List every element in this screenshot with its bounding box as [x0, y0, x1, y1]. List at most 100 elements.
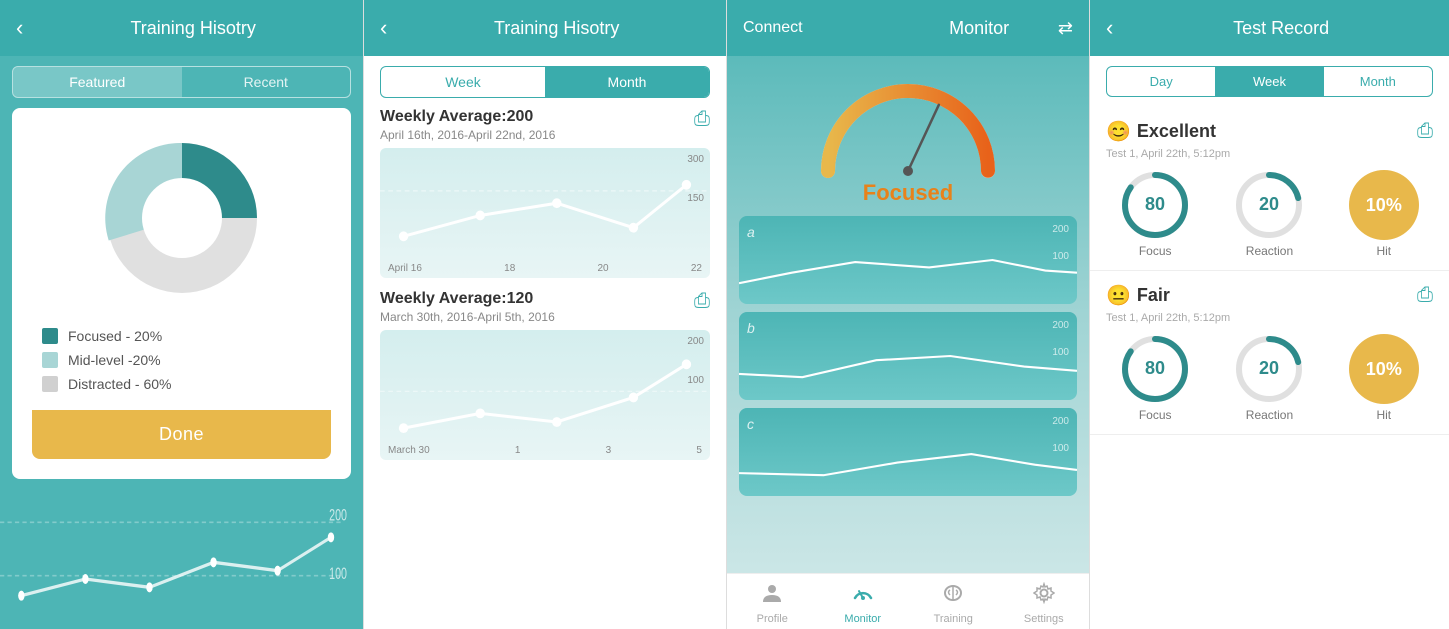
bottom-navigation: Profile Monitor Training: [727, 573, 1089, 629]
pie-legend: Focused - 20% Mid-level -20% Distracted …: [32, 328, 331, 400]
person-svg: [761, 582, 783, 604]
panel-training-history-charts: ‹ Training Hisotry Week Month Weekly Ave…: [363, 0, 726, 629]
metrics-row-2: 80 Focus 20 Reaction 10% Hit: [1106, 334, 1433, 422]
nav-profile[interactable]: Profile: [727, 582, 818, 625]
legend-focused: Focused - 20%: [42, 328, 331, 344]
done-button[interactable]: Done: [32, 410, 331, 459]
panel3-header: Connect Monitor ⇄: [727, 0, 1089, 56]
chart-card-1-header: Weekly Average:200 April 16th, 2016-Apri…: [380, 108, 710, 142]
reaction-label-2: Reaction: [1246, 408, 1293, 422]
tab-month[interactable]: Month: [545, 67, 709, 97]
svg-text:100: 100: [329, 564, 347, 583]
monitor-chart-c-label: c: [747, 416, 754, 432]
monitor-icon: [852, 582, 874, 610]
panel1-mini-chart: 200 100: [0, 479, 363, 629]
monitor-charts-area: a 200 100 b 200 100 c 200 100: [727, 216, 1089, 573]
tab-featured[interactable]: Featured: [13, 67, 182, 97]
mini-line-chart: 200 100: [0, 479, 363, 629]
metric-focus-2: 80 Focus: [1120, 334, 1190, 422]
svg-text:200: 200: [329, 505, 347, 524]
panel4-header: ‹ Test Record: [1090, 0, 1449, 56]
record-fair-header: 😐 Fair ⎙: [1106, 283, 1433, 308]
svg-text:80: 80: [1145, 358, 1165, 378]
reaction-circle-1: 20: [1234, 170, 1304, 240]
panel2-scroll-area[interactable]: Weekly Average:200 April 16th, 2016-Apri…: [364, 108, 726, 629]
chart-x-labels-1: April 16 18 20 22: [388, 263, 702, 274]
svg-text:80: 80: [1145, 194, 1165, 214]
panel1-header: ‹ Training Hisotry: [0, 0, 363, 56]
reaction-label-1: Reaction: [1246, 244, 1293, 258]
panel-monitor: Connect Monitor ⇄ Focused a 200: [726, 0, 1089, 629]
nav-settings[interactable]: Settings: [999, 582, 1090, 625]
panel2-back-icon[interactable]: ‹: [380, 15, 387, 41]
chart-card-2-header: Weekly Average:120 March 30th, 2016-Apri…: [380, 290, 710, 324]
panel4-back-icon[interactable]: ‹: [1106, 15, 1113, 41]
legend-color-distracted: [42, 376, 58, 392]
nav-monitor[interactable]: Monitor: [818, 582, 909, 625]
gauge-chart: [813, 76, 1003, 176]
gauge-label: Focused: [863, 180, 953, 206]
svg-text:20: 20: [1259, 194, 1279, 214]
record-date-1: Test 1, April 22th, 5:12pm: [1106, 148, 1433, 160]
panel1-tabs: Featured Recent: [12, 66, 351, 98]
monitor-chart-b-label: b: [747, 320, 755, 336]
nav-settings-label: Settings: [1024, 613, 1064, 625]
pie-chart-container: Focused - 20% Mid-level -20% Distracted …: [12, 108, 351, 479]
record-excellent-header: 😊 Excellent ⎙: [1106, 119, 1433, 144]
nav-training[interactable]: Training: [908, 582, 999, 625]
line-chart-2: [380, 330, 710, 460]
focus-circle-1: 80: [1120, 170, 1190, 240]
tab-day[interactable]: Day: [1107, 67, 1215, 96]
metric-reaction-2: 20 Reaction: [1234, 334, 1304, 422]
hit-label-2: Hit: [1376, 408, 1391, 422]
chart-x-labels-2: March 30 1 3 5: [388, 445, 702, 456]
svg-text:20: 20: [1259, 358, 1279, 378]
line-chart-1: [380, 148, 710, 278]
panel-training-history-pie: ‹ Training Hisotry Featured Recent Focus…: [0, 0, 363, 629]
chart-1-info: Weekly Average:200 April 16th, 2016-Apri…: [380, 108, 555, 142]
wave-b: [739, 337, 1077, 390]
nav-monitor-label: Monitor: [844, 613, 881, 625]
panel2-header: ‹ Training Hisotry: [364, 0, 726, 56]
fair-emoji: 😐: [1106, 283, 1131, 308]
record-excellent: 😊 Excellent ⎙ Test 1, April 22th, 5:12pm…: [1090, 107, 1449, 271]
metric-focus-1: 80 Focus: [1120, 170, 1190, 258]
monitor-chart-a: a 200 100: [739, 216, 1077, 304]
sync-icon[interactable]: ⇄: [1058, 18, 1073, 39]
nav-training-label: Training: [934, 613, 973, 625]
panel2-title: Training Hisotry: [403, 18, 710, 39]
chart-area-2: 200 100 March 30 1 3 5: [380, 330, 710, 460]
tab-week[interactable]: Week: [381, 67, 545, 97]
tab-month-p4[interactable]: Month: [1324, 67, 1432, 96]
profile-icon: [761, 582, 783, 610]
monitor-chart-a-label: a: [747, 224, 755, 240]
monitor-chart-b: b 200 100: [739, 312, 1077, 400]
share-icon-1[interactable]: ⎙: [694, 108, 710, 131]
weekly-avg-title-1: Weekly Average:200: [380, 108, 555, 126]
chart-card-1: Weekly Average:200 April 16th, 2016-Apri…: [380, 108, 710, 278]
share-icon-2[interactable]: ⎙: [694, 290, 710, 313]
settings-icon: [1033, 582, 1055, 610]
chart-area-1: 300 150: [380, 148, 710, 278]
legend-midlevel: Mid-level -20%: [42, 352, 331, 368]
gauge-svg-icon: [852, 582, 874, 604]
fair-label: Fair: [1137, 285, 1170, 306]
record-date-2: Test 1, April 22th, 5:12pm: [1106, 312, 1433, 324]
share-icon-record2[interactable]: ⎙: [1417, 284, 1433, 307]
pie-chart: [92, 128, 272, 308]
week-month-tabs: Week Month: [380, 66, 710, 98]
back-arrow-icon[interactable]: ‹: [16, 15, 23, 41]
panel3-monitor-title: Monitor: [900, 18, 1057, 39]
quality-fair: 😐 Fair: [1106, 283, 1170, 308]
share-icon-record1[interactable]: ⎙: [1417, 120, 1433, 143]
hit-label-1: Hit: [1376, 244, 1391, 258]
tab-week-p4[interactable]: Week: [1215, 67, 1323, 96]
tab-recent[interactable]: Recent: [182, 67, 351, 97]
focus-label-2: Focus: [1139, 408, 1172, 422]
metrics-row-1: 80 Focus 20 Reaction 10% Hit: [1106, 170, 1433, 258]
weekly-avg-date-1: April 16th, 2016-April 22nd, 2016: [380, 128, 555, 142]
legend-color-midlevel: [42, 352, 58, 368]
reaction-circle-2: 20: [1234, 334, 1304, 404]
brain-icon: [942, 582, 964, 610]
panel4-title: Test Record: [1129, 18, 1433, 39]
